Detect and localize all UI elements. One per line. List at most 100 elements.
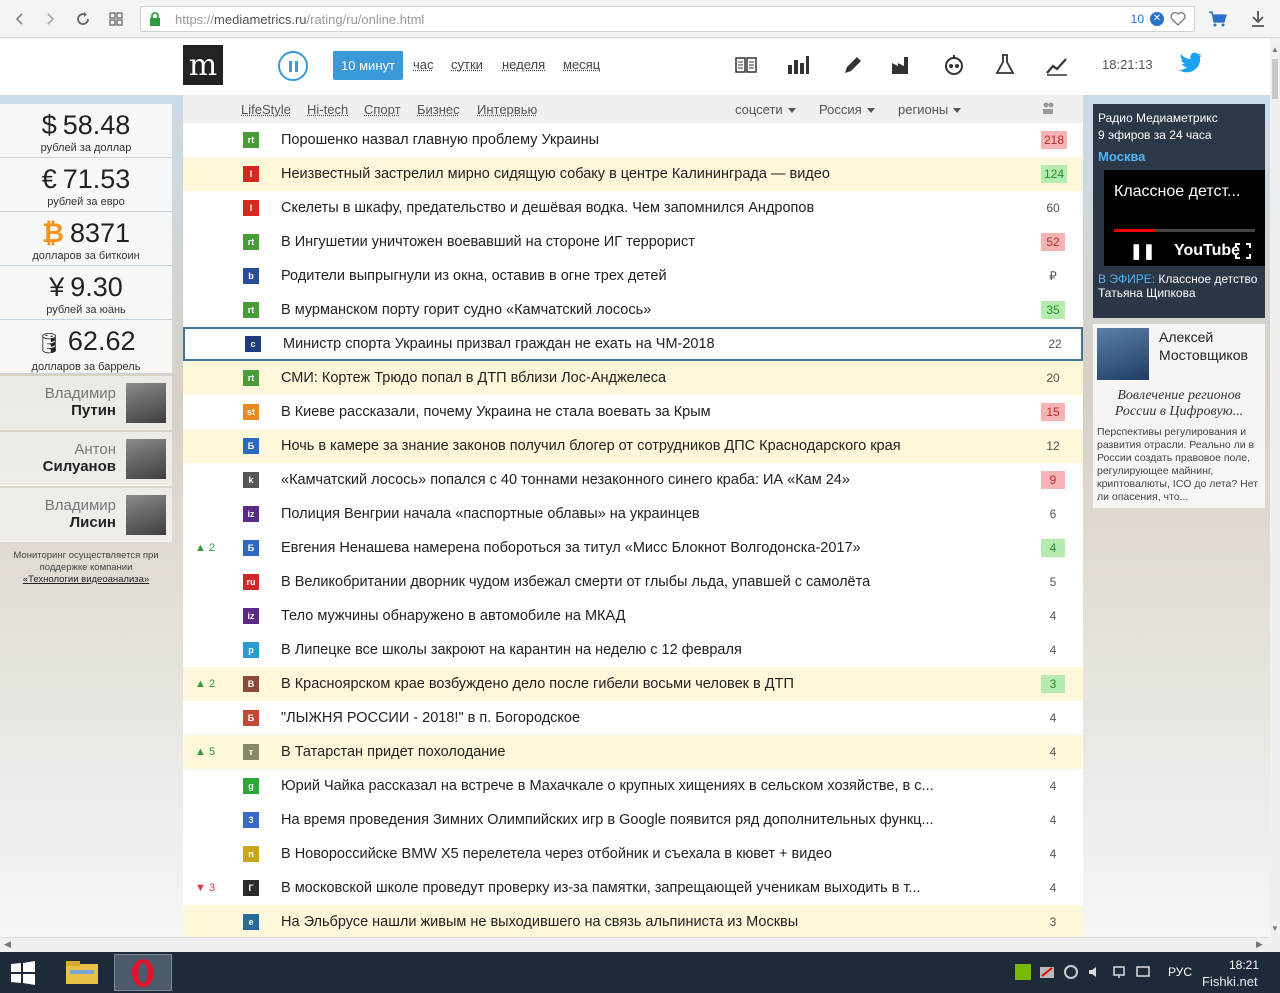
news-row[interactable]: g Юрий Чайка рассказал на встрече в Махач… <box>183 769 1083 803</box>
filter-sport[interactable]: Спорт <box>364 102 401 117</box>
news-row[interactable]: b Родители выпрыгнули из окна, оставив в … <box>183 259 1083 293</box>
news-title[interactable]: Полиция Венгрии начала «паспортные облав… <box>281 506 971 522</box>
news-title[interactable]: В Липецке все школы закроют на карантин … <box>281 642 971 658</box>
video-progress[interactable] <box>1114 229 1255 232</box>
news-title[interactable]: В Новороссийске BMW X5 перелетела через … <box>281 846 971 862</box>
source-logo-icon[interactable]: rt <box>243 234 259 250</box>
network-icon[interactable] <box>1111 964 1127 980</box>
forward-button[interactable] <box>34 3 66 35</box>
source-logo-icon[interactable]: ru <box>243 574 259 590</box>
pause-button[interactable] <box>278 51 308 81</box>
source-logo-icon[interactable]: В <box>243 676 259 692</box>
person-lisin[interactable]: Владимир Лисин <box>0 488 172 542</box>
news-title[interactable]: Порошенко назвал главную проблему Украин… <box>281 132 971 148</box>
source-logo-icon[interactable]: Г <box>243 880 259 896</box>
source-logo-icon[interactable]: iz <box>243 608 259 624</box>
source-logo-icon[interactable]: Б <box>243 710 259 726</box>
fullscreen-icon[interactable] <box>1235 243 1251 259</box>
security-icon[interactable] <box>1039 964 1055 980</box>
speed-dial-button[interactable] <box>100 3 132 35</box>
dropdown-country[interactable]: Россия <box>819 102 875 117</box>
news-row[interactable]: iz Полиция Венгрии начала «паспортные обл… <box>183 497 1083 531</box>
news-title[interactable]: В мурманском порту горит судно «Камчатск… <box>281 302 971 318</box>
filter-hitech[interactable]: Hi-tech <box>307 102 348 117</box>
source-logo-icon[interactable]: l <box>243 166 259 182</box>
news-row[interactable]: k «Камчатский лосось» попался с 40 тоннам… <box>183 463 1083 497</box>
source-logo-icon[interactable]: c <box>245 336 261 352</box>
filter-interview[interactable]: Интервью <box>477 102 537 117</box>
rate-cny[interactable]: ¥9.30 рублей за юань <box>0 266 172 320</box>
scroll-right-icon[interactable]: ▶ <box>1256 939 1263 950</box>
download-button[interactable] <box>1244 6 1272 32</box>
news-row[interactable]: l Неизвестный застрелил мирно сидящую соб… <box>183 157 1083 191</box>
site-logo[interactable]: m <box>183 45 223 85</box>
news-row[interactable]: Б "ЛЫЖНЯ РОССИИ - 2018!" в п. Богородское… <box>183 701 1083 735</box>
news-row[interactable]: p В Липецке все школы закроют на карантин… <box>183 633 1083 667</box>
rate-btc[interactable]: ₿ 8371 долларов за биткоин <box>0 212 172 266</box>
windows-start-icon[interactable] <box>10 961 36 985</box>
rate-usd[interactable]: $58.48 рублей за доллар <box>0 104 172 158</box>
source-logo-icon[interactable]: st <box>243 404 259 420</box>
address-bar[interactable]: https://mediametrics.ru/rating/ru/online… <box>140 6 1195 32</box>
period-10min[interactable]: 10 минут <box>333 51 403 80</box>
ad-block-count[interactable]: 10 <box>1131 12 1144 26</box>
news-title[interactable]: СМИ: Кортеж Трюдо попал в ДТП вблизи Лос… <box>281 370 971 386</box>
news-title[interactable]: В московской школе проведут проверку из-… <box>281 880 971 896</box>
news-row[interactable]: ▼ 3 Г В московской школе проведут проверку… <box>183 871 1083 905</box>
source-logo-icon[interactable]: Б <box>243 438 259 454</box>
source-logo-icon[interactable]: e <box>243 914 259 930</box>
trend-chart-icon[interactable] <box>1045 53 1069 77</box>
person-siluanov[interactable]: Антон Силуанов <box>0 432 172 486</box>
filter-business[interactable]: Бизнес <box>417 102 460 117</box>
news-row[interactable]: 3 На время проведения Зимних Олимпийских … <box>183 803 1083 837</box>
dropdown-regions[interactable]: регионы <box>898 102 961 117</box>
news-title[interactable]: В Татарстан придет похолодание <box>281 744 971 760</box>
news-title[interactable]: "ЛЫЖНЯ РОССИИ - 2018!" в п. Богородское <box>281 710 971 726</box>
columns-icon[interactable] <box>734 53 758 77</box>
adblock-icon[interactable]: ✕ <box>1150 11 1164 26</box>
radio-title[interactable]: Радио Медиаметрикс <box>1098 110 1260 127</box>
source-logo-icon[interactable]: rt <box>243 370 259 386</box>
mediametrics-radio-icon[interactable] <box>942 53 966 77</box>
author-headline[interactable]: Вовлечение регионов России в Цифровую... <box>1097 388 1261 420</box>
news-row[interactable]: ru В Великобритании дворник чудом избежал… <box>183 565 1083 599</box>
source-logo-icon[interactable]: т <box>243 744 259 760</box>
radio-city[interactable]: Москва <box>1098 149 1260 164</box>
news-title[interactable]: «Камчатский лосось» попался с 40 тоннами… <box>281 472 971 488</box>
opera-taskbar-button[interactable] <box>114 954 172 991</box>
back-button[interactable] <box>4 3 36 35</box>
horizontal-scrollbar[interactable]: ◀ ▶ <box>0 937 1270 952</box>
source-logo-icon[interactable]: rt <box>243 302 259 318</box>
scroll-thumb[interactable] <box>1272 59 1278 99</box>
news-title[interactable]: Родители выпрыгнули из окна, оставив в о… <box>281 268 971 284</box>
news-title[interactable]: В Киеве рассказали, почему Украина не ст… <box>281 404 971 420</box>
news-row[interactable]: rt Порошенко назвал главную проблему Укра… <box>183 123 1083 157</box>
people-icon[interactable] <box>1041 101 1055 115</box>
period-hour[interactable]: час <box>413 57 434 72</box>
source-logo-icon[interactable]: n <box>243 846 259 862</box>
scroll-down-icon[interactable]: ▼ <box>1271 924 1279 933</box>
video-pause-icon[interactable]: ❚❚ <box>1130 242 1155 260</box>
source-logo-icon[interactable]: b <box>243 268 259 284</box>
person-putin[interactable]: Владимир Путин <box>0 376 172 430</box>
file-explorer-icon[interactable] <box>60 956 104 989</box>
youtube-logo[interactable]: YouTube <box>1174 242 1240 260</box>
news-title[interactable]: В Великобритании дворник чудом избежал с… <box>281 574 971 590</box>
bar-chart-icon[interactable] <box>786 53 810 77</box>
news-row[interactable]: ▲ 2 Б Евгения Ненашева намерена побороться… <box>183 531 1083 565</box>
news-row[interactable]: iz Тело мужчины обнаружено в автомобиле н… <box>183 599 1083 633</box>
source-logo-icon[interactable]: k <box>243 472 259 488</box>
twitter-icon[interactable] <box>1178 51 1204 75</box>
news-row[interactable]: rt СМИ: Кортеж Трюдо попал в ДТП вблизи Л… <box>183 361 1083 395</box>
scroll-left-icon[interactable]: ◀ <box>4 939 11 950</box>
author-card[interactable]: Алексей Мостовщиков Вовлечение регионов … <box>1093 324 1265 508</box>
source-logo-icon[interactable]: p <box>243 642 259 658</box>
scroll-up-icon[interactable]: ▲ <box>1271 45 1279 54</box>
period-month[interactable]: месяц <box>563 57 600 72</box>
heart-icon[interactable] <box>1170 11 1186 26</box>
flask-icon[interactable] <box>993 53 1017 77</box>
news-title[interactable]: В Ингушетии уничтожен воевавший на сторо… <box>281 234 971 250</box>
news-title[interactable]: На Эльбрусе нашли живым не выходившего н… <box>281 914 971 930</box>
source-logo-icon[interactable]: rt <box>243 132 259 148</box>
news-row[interactable]: ▲ 5 т В Татарстан придет похолодание 4 <box>183 735 1083 769</box>
